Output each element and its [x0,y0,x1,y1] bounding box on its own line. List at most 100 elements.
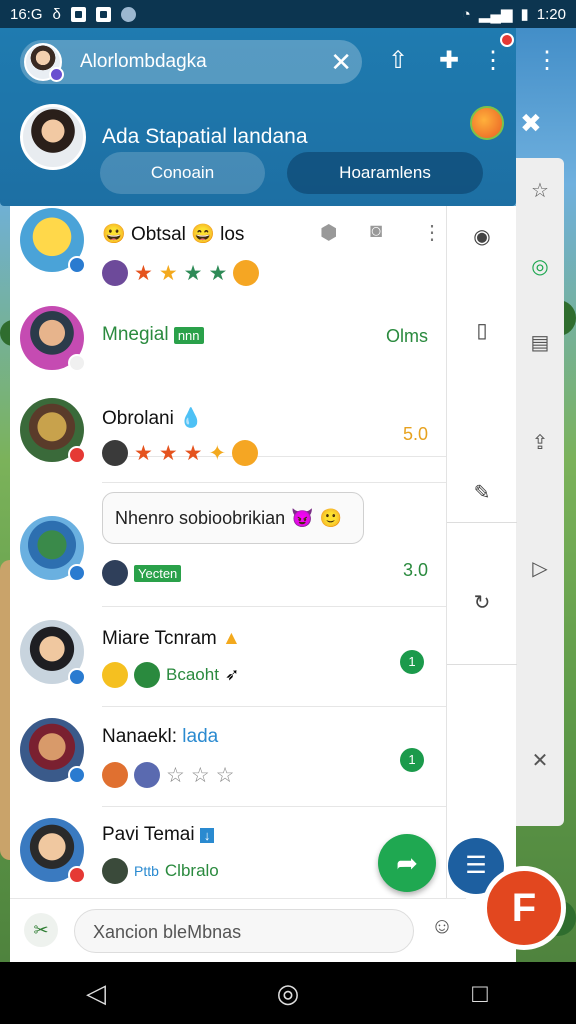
app-notification-icon [120,6,136,22]
camera-icon[interactable]: ◙ [370,220,382,243]
avatar [134,662,160,688]
list-item[interactable]: 😀 Obtsal 😄 los ★ ★ ★ ★ ⬢ ◙ ⋮ [10,206,446,304]
profile-avatar [20,104,86,170]
search-bar[interactable]: Alorlombdagka ✕ [20,40,362,84]
label-tag: nnn [173,327,204,344]
puzzle-icon[interactable]: ✚ [434,46,464,76]
game-icon[interactable]: ⬢ [320,220,337,245]
close-icon[interactable]: ✕ [516,748,564,773]
notification-badge [500,33,514,47]
status-bar: 16:G δ ◔ ▂▄▆ ▮ 1:20 [0,0,576,28]
star-outline-icon: ☆ [215,763,235,787]
avatar [20,516,86,582]
tab-hoaramlens[interactable]: Hoaramlens [287,152,483,194]
avatar [102,858,128,884]
game-avatar-icon[interactable]: ◉ [447,224,517,249]
status-emoji-icon[interactable] [470,106,504,140]
share-button[interactable]: ➦ [378,834,436,892]
app-launcher-button[interactable]: F [482,866,566,950]
message-composer: ✂ Xancion bleMbnas ☺ [10,898,466,962]
notification-icon [70,6,86,22]
wifi-icon: ◔ [461,5,471,23]
chat-score: 3.0 [402,560,428,580]
list-item[interactable]: Nhenro sobioobrikian 😈 🙂 Yecten 3.0 [10,486,446,608]
star-icon: ★ [158,441,178,465]
star-icon: ★ [183,441,203,465]
edit-icon[interactable]: ✎ [447,480,517,505]
sparkle-icon: ✦ [208,441,227,465]
chat-title: Nanaekl: lada [102,726,219,747]
notification-icon-2 [95,6,111,22]
upload-icon[interactable]: ⇧ [383,46,413,76]
chat-title: Mnegial nnn [102,324,204,346]
star-icon: ★ [134,261,153,285]
avatar [20,398,86,464]
background-app-panel: ☆ ◎ ▤ ⇪ ▷ ✕ [516,158,564,826]
clipboard-icon[interactable]: ▯ [447,318,517,343]
avatar [102,560,128,586]
water-icon: 💧 [179,408,203,429]
avatar [20,818,86,884]
chat-title: Obrolani 💧 [102,408,203,429]
more-vertical-icon[interactable]: ⋮ [422,220,442,245]
star-icon: ★ [183,261,203,285]
chat-title: Pavi Temai ↓ [102,824,215,846]
message-bubble: Nhenro sobioobrikian 😈 🙂 [102,492,364,544]
chat-subtitle: ★ ★ ★ ✦ [102,440,259,466]
share-icon[interactable]: ⇪ [516,430,564,455]
chat-subtitle: ★ ★ ★ ★ [102,260,260,286]
chat-subtitle: ☆ ☆ ☆ [102,762,234,788]
list-item[interactable]: Mnegial nnn Olms [10,304,446,457]
emoji-icon [102,662,128,688]
attach-icon[interactable]: ✂ [24,913,58,947]
smile-emoji-icon: 😀 [102,224,126,245]
chat-subtitle: Yecten [102,560,182,586]
chat-title: 😀 Obtsal 😄 los [102,224,245,245]
chat-list: 😀 Obtsal 😄 los ★ ★ ★ ★ ⬢ ◙ ⋮ Mnegial nnn… [10,206,446,898]
close-icon[interactable]: ✕ [330,49,352,75]
status-time-right: 1:20 [536,5,566,23]
status-time-left: 16:G [10,5,43,23]
home-icon[interactable]: ◎ [258,978,318,1009]
avatar [24,43,64,82]
play-icon[interactable]: ▷ [516,556,564,581]
profile-name: Ada Stapatial landana [102,125,308,148]
emoji-icon [233,260,260,286]
list-item[interactable]: Obrolani 💧 ★ ★ ★ ✦ 5.0 [10,394,446,490]
emoji-icon[interactable]: ☺ [426,913,458,945]
navigation-bar: ◁ ◎ □ [0,962,576,1024]
avatar [102,260,128,286]
recents-icon[interactable]: □ [450,978,510,1009]
back-icon[interactable]: ◁ [66,978,126,1009]
more-vertical-icon[interactable]: ⋮ [532,46,562,76]
status-glyph: δ [52,5,61,23]
warning-icon: ▲ [222,628,241,649]
chat-icon[interactable]: ◎ [516,254,564,279]
list-item[interactable]: Miare Tcnram ▲ Bcaoht ➶ 1 [10,608,446,708]
search-text: Alorlombdagka [80,51,207,72]
tools-icon[interactable]: ✖ [520,108,542,139]
battery-icon: ▮ [520,6,529,23]
refresh-icon[interactable]: ↻ [447,590,517,615]
list-item[interactable]: Nanaekl: lada ☆ ☆ ☆ 1 [10,708,446,808]
avatar [134,762,160,788]
face-emoji-icon: 🙂 [319,507,342,528]
chat-score: 5.0 [402,424,428,444]
devil-emoji-icon: 😈 [291,507,314,528]
document-icon[interactable]: ▤ [516,330,564,355]
star-icon: ★ [158,261,178,285]
message-input[interactable]: Xancion bleMbnas [74,909,414,953]
unread-badge: 1 [400,748,424,772]
star-icon: ★ [134,441,153,465]
app-header: Alorlombdagka ✕ ⇧ ✚ ⋮ Ada Stapatial land… [0,28,516,206]
star-icon[interactable]: ☆ [516,178,564,203]
avatar [20,620,86,686]
star-outline-icon: ☆ [190,763,210,787]
emoji-icon [232,440,259,466]
emoji-icon: 😄 [191,224,215,245]
tab-conoain[interactable]: Conoain [100,152,265,194]
more-vertical-icon[interactable]: ⋮ [478,46,508,76]
unread-badge: 1 [400,650,424,674]
avatar [20,306,86,372]
signal-icon: ▂▄▆ [478,6,513,23]
